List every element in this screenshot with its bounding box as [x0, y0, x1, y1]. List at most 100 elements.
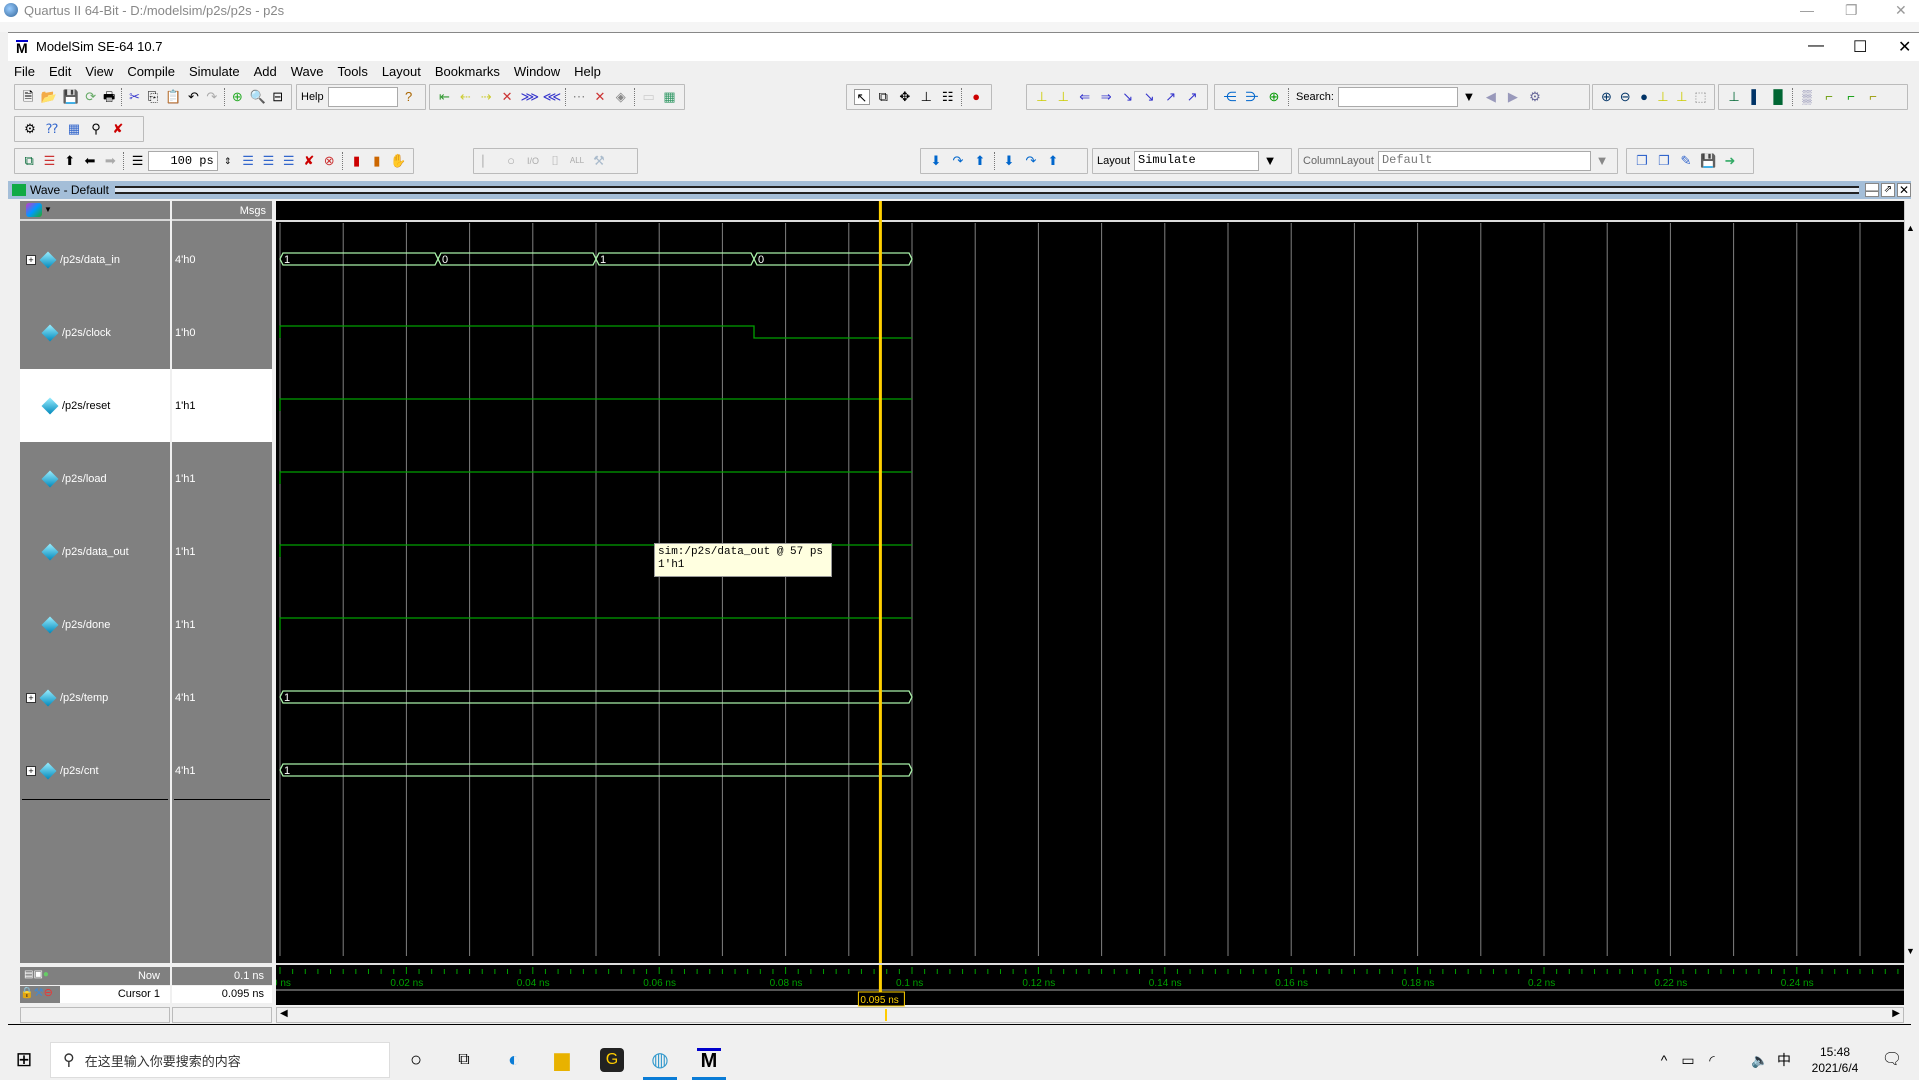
save-layout-icon[interactable]: 💾	[1700, 153, 1716, 169]
file-explorer-icon[interactable]: ▆	[550, 1048, 574, 1072]
menu-edit[interactable]: Edit	[49, 64, 71, 79]
signal-value-row[interactable]: 1'h1	[172, 588, 272, 661]
join-icon[interactable]: ⋘	[543, 89, 562, 105]
run-length-spinner-icon[interactable]: ⇕	[221, 153, 235, 169]
format-pulse-icon[interactable]: ▌	[1748, 89, 1764, 105]
insert-cursor-icon[interactable]: ⊥	[1034, 89, 1050, 105]
signal-value-row[interactable]: 4'h0	[172, 223, 272, 296]
zoom-cursor-icon[interactable]: ⊥	[1656, 89, 1669, 105]
undo-icon[interactable]: ↶	[187, 89, 199, 105]
cursor-mode-icon[interactable]: ⊥	[919, 89, 934, 105]
find-icon[interactable]: 🔍	[250, 89, 266, 105]
step-over-all-icon[interactable]: ↷	[1023, 153, 1039, 169]
coverage-all-icon[interactable]: ALL	[569, 153, 585, 169]
minimize-button[interactable]: —	[1808, 37, 1824, 55]
hand-icon[interactable]: ✋	[390, 153, 406, 169]
now-row-icons[interactable]: ▤▣●	[24, 969, 49, 980]
windows-start-icon[interactable]: ⊞	[12, 1048, 36, 1072]
zoom-full-icon[interactable]: ●	[1638, 89, 1651, 105]
menu-view[interactable]: View	[85, 64, 113, 79]
break-icon[interactable]: ⚲	[88, 121, 104, 137]
run-length-input[interactable]	[147, 151, 218, 171]
signal-name-row[interactable]: /p2s/data_out	[20, 515, 170, 588]
compile-all-icon[interactable]: ⁇	[44, 121, 60, 137]
scroll-up-icon[interactable]: ▲	[1906, 223, 1915, 233]
dataflow-icon[interactable]: ☷	[940, 89, 955, 105]
expand-bus-icon[interactable]: ⋺	[1244, 89, 1260, 105]
menu-file[interactable]: File	[14, 64, 35, 79]
format-solid-icon[interactable]: █	[1770, 89, 1786, 105]
task-view-icon[interactable]: ⧉	[452, 1048, 476, 1072]
compile-icon[interactable]: ⚙	[22, 121, 38, 137]
name-hscrollbar[interactable]	[20, 1007, 170, 1023]
delete-edge-icon[interactable]: ✕	[500, 89, 515, 105]
cursor-label[interactable]: Cursor 1	[118, 988, 160, 1000]
back-arrow-icon[interactable]: ⬅	[83, 153, 97, 169]
step-into-all-icon[interactable]: ⬇	[1001, 153, 1017, 169]
scroll-left-icon[interactable]: ◀	[280, 1008, 288, 1019]
clear-icon[interactable]: ▭	[641, 89, 656, 105]
redo-icon[interactable]: ↷	[206, 89, 218, 105]
signal-value-row[interactable]: 4'h1	[172, 734, 272, 807]
format-line-icon[interactable]: ⊥	[1726, 89, 1742, 105]
collapse-bus-icon[interactable]: ⋲	[1222, 89, 1238, 105]
menu-bookmarks[interactable]: Bookmarks	[435, 64, 500, 79]
forward-arrow-icon[interactable]: ➡	[103, 153, 117, 169]
signal-value-row[interactable]: 4'h1	[172, 661, 272, 734]
menu-layout[interactable]: Layout	[382, 64, 421, 79]
stop-light-icon[interactable]: ●	[968, 89, 983, 105]
split-icon[interactable]: ⋙	[521, 89, 540, 105]
stretch-icon[interactable]: ⋯	[572, 89, 587, 105]
maximize-button[interactable]: ☐	[1853, 37, 1867, 57]
zoom-out-icon[interactable]: ⊖	[1619, 89, 1632, 105]
signal-name-row[interactable]: /p2s/reset	[20, 369, 170, 442]
cursor-icons[interactable]: 🔒⚒⊖	[20, 986, 60, 1003]
run-icon[interactable]: ☰	[241, 153, 255, 169]
coverage-0-icon[interactable]: ○	[503, 153, 519, 169]
delete-cursor-icon[interactable]: ⊥	[1056, 89, 1072, 105]
wave-window-drag-handle[interactable]	[114, 186, 1859, 194]
add-group-icon[interactable]: ⊕	[1266, 89, 1282, 105]
zoom-between-cursors-icon[interactable]: ⊥	[1675, 89, 1688, 105]
wave-window-undock-button[interactable]: ⇗	[1881, 183, 1895, 197]
taskbar-search-box[interactable]: ⚲ 在这里输入你要搜索的内容	[50, 1042, 390, 1078]
restart-icon[interactable]: ⧉	[22, 153, 36, 169]
wave-window-minimize-button[interactable]: —	[1865, 183, 1879, 197]
wifi-icon[interactable]: ◜	[1700, 1048, 1724, 1072]
scroll-right-icon[interactable]: ▶	[1892, 1008, 1900, 1019]
edge-browser-icon[interactable]: ◐	[502, 1048, 526, 1072]
quartus-restore-button[interactable]: ❐	[1845, 2, 1858, 19]
stop-icon[interactable]: ⊗	[322, 153, 336, 169]
signal-value-row[interactable]: 1'h1	[172, 442, 272, 515]
wave-window-close-button[interactable]: ✕	[1897, 183, 1911, 197]
quartus-taskbar-icon[interactable]: ◍	[648, 1048, 672, 1072]
zoom-region-icon[interactable]: ⬚	[1694, 89, 1707, 105]
search-dropdown-icon[interactable]: ▼	[1461, 89, 1477, 105]
signal-value-row[interactable]: 1'h1	[172, 369, 272, 442]
coverage-1-icon[interactable]: ⎸	[481, 153, 497, 169]
ime-indicator[interactable]: 中	[1772, 1048, 1796, 1072]
step-list-icon[interactable]: ☰	[42, 153, 56, 169]
reload-icon[interactable]: ⟳	[84, 89, 96, 105]
menu-wave[interactable]: Wave	[291, 64, 324, 79]
format-hatched-icon[interactable]: ▒	[1799, 89, 1815, 105]
taskbar-clock[interactable]: 15:48 2021/6/4	[1800, 1044, 1870, 1076]
quartus-close-button[interactable]: ✕	[1895, 2, 1907, 19]
value-hscrollbar[interactable]	[172, 1007, 272, 1023]
continue-run-icon[interactable]: ☰	[261, 153, 275, 169]
edge-next-icon[interactable]: ⇢	[479, 89, 494, 105]
step-out-all-icon[interactable]: ⬆	[1045, 153, 1061, 169]
help-input[interactable]	[327, 87, 398, 107]
waveform-canvas[interactable]: 1 0 1 0 1 1	[276, 201, 1904, 963]
expand-icon[interactable]: +	[26, 692, 36, 703]
coverage-bracket-icon[interactable]: ⌷	[547, 153, 563, 169]
menu-tools[interactable]: Tools	[337, 64, 367, 79]
scroll-down-icon[interactable]: ▼	[1906, 946, 1915, 956]
signal-name-row[interactable]: /p2s/load	[20, 442, 170, 515]
zoom-mode-icon[interactable]: ⧉	[876, 89, 891, 105]
battery-icon[interactable]: ▭	[1676, 1048, 1700, 1072]
run-all-icon[interactable]: ☰	[282, 153, 296, 169]
next-falling-edge-icon[interactable]: ↘	[1142, 89, 1158, 105]
prev-transition-icon[interactable]: ⇐	[1077, 89, 1093, 105]
coverage-io-icon[interactable]: I/O	[525, 153, 541, 169]
